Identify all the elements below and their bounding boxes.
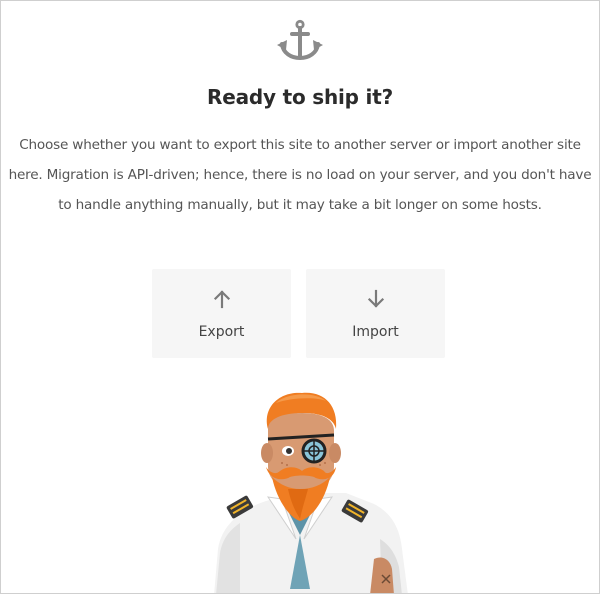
export-label: Export — [198, 324, 245, 340]
arrow-down-icon — [366, 289, 386, 309]
captain-mascot-illustration — [196, 389, 411, 593]
export-button[interactable]: Export — [152, 269, 291, 358]
anchor-icon — [277, 19, 323, 63]
description-text: Choose whether you want to export this s… — [8, 137, 592, 213]
arrow-up-icon — [212, 289, 232, 309]
migration-panel: Ready to ship it? Choose whether you wan… — [0, 0, 600, 594]
page-title: Ready to ship it? — [207, 85, 393, 109]
import-button[interactable]: Import — [306, 269, 445, 358]
import-label: Import — [352, 324, 399, 340]
